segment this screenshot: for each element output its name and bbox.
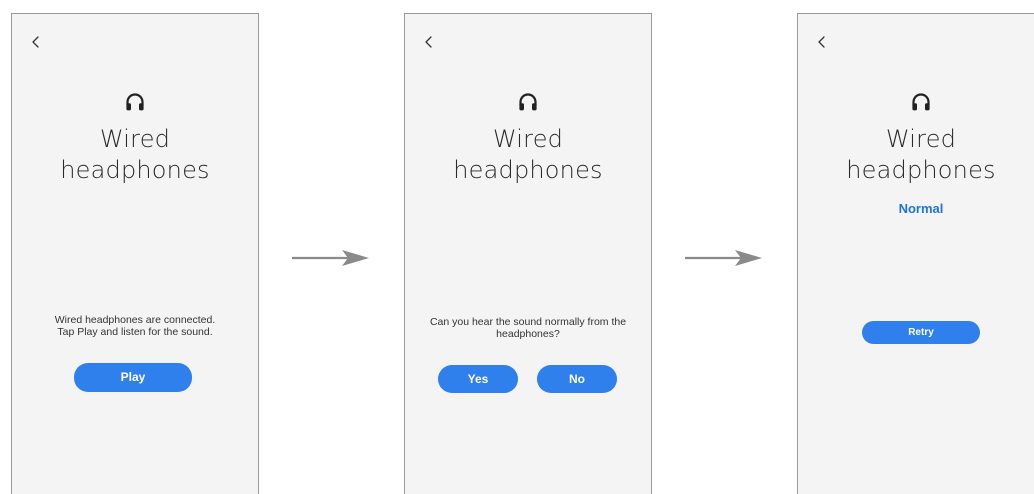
chevron-left-icon[interactable]	[421, 34, 437, 50]
title-line-1: Wired	[99, 125, 171, 153]
message-line-2: Tap Play and listen for the sound.	[57, 326, 213, 338]
message-line-2: headphones?	[496, 328, 560, 340]
headphones-icon	[123, 90, 147, 114]
play-button[interactable]: Play	[74, 363, 192, 392]
title-line-2: headphones	[846, 156, 996, 184]
retry-button[interactable]: Retry	[862, 321, 980, 344]
page-title: Wired headphones	[798, 124, 1034, 186]
chevron-left-icon[interactable]	[814, 34, 830, 50]
instruction-text: Wired headphones are connected. Tap Play…	[26, 314, 244, 338]
title-line-2: headphones	[453, 156, 603, 184]
headphones-icon	[516, 90, 540, 114]
chevron-left-icon[interactable]	[28, 34, 44, 50]
right-arrow-icon	[683, 247, 763, 269]
page-title: Wired headphones	[405, 124, 651, 186]
screen-result: Wired headphones Normal Retry	[797, 13, 1034, 494]
screen-confirm-sound: Wired headphones Can you hear the sound …	[404, 13, 652, 494]
title-line-1: Wired	[492, 125, 564, 153]
page-title: Wired headphones	[12, 124, 258, 186]
message-line-1: Can you hear the sound normally from the	[429, 316, 627, 328]
title-line-1: Wired	[885, 125, 957, 153]
yes-button[interactable]: Yes	[438, 365, 518, 393]
question-text: Can you hear the sound normally from the…	[419, 316, 637, 340]
title-line-2: headphones	[60, 156, 210, 184]
headphones-icon	[909, 90, 933, 114]
result-status: Normal	[898, 201, 944, 216]
flow-diagram: Wired headphones Wired headphones are co…	[0, 0, 1034, 494]
message-line-1: Wired headphones are connected.	[54, 314, 216, 326]
right-arrow-icon	[290, 247, 370, 269]
no-button[interactable]: No	[537, 365, 617, 393]
screen-play-test: Wired headphones Wired headphones are co…	[11, 13, 259, 494]
